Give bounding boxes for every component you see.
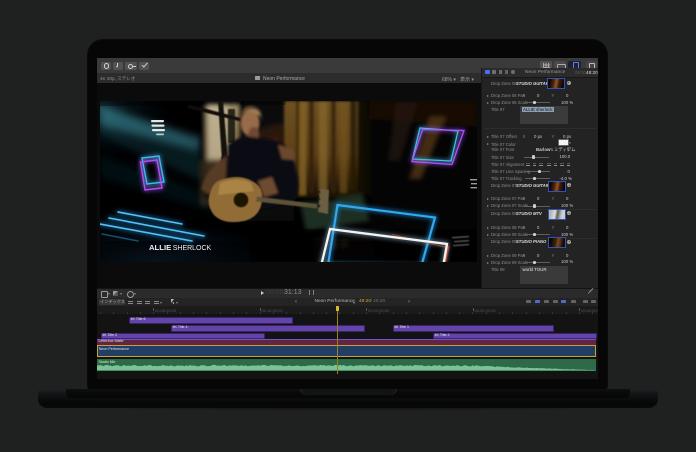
svg-text:ALLIESHERLOCK: ALLIESHERLOCK [149, 243, 212, 252]
